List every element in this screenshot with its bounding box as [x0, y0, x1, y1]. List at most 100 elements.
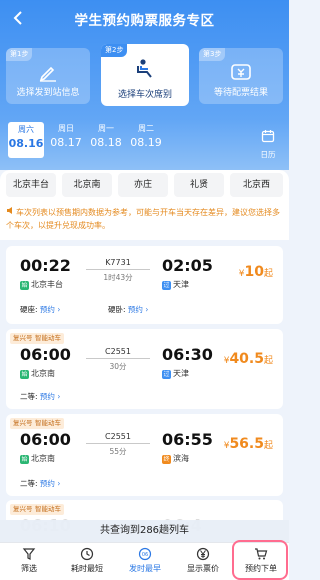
train-card[interactable]: 复兴号 智能动车 06:00 始北京南 C2551 30分 06:30 过天津 … [6, 329, 283, 409]
step-3-await-result[interactable]: 第3步 等待配票结果 [199, 48, 283, 104]
train-number: C2551 [105, 347, 131, 356]
tab-shortest-duration[interactable]: 耗时最短 [58, 546, 116, 574]
notice-text: 车次列表以预售期内数据为参考，可能与开车当天存在差异，建议您选择多个车次，以提升… [6, 208, 280, 230]
station-chip[interactable]: 礼贤 [174, 173, 224, 197]
weekday-label: 周一 [98, 124, 114, 133]
station-chip[interactable]: 北京丰台 [6, 173, 56, 197]
tag-smart-emu: 智能动车 [32, 333, 64, 344]
departure-time: 06:00 [20, 430, 71, 449]
date-option[interactable]: 周二 08.19 [128, 122, 164, 151]
seat-name: 硬卧: [108, 305, 126, 314]
train-number: C2551 [105, 432, 131, 441]
step-2-select-train[interactable]: 第2步 选择车次席别 [101, 44, 189, 106]
date-label: 08.17 [50, 136, 82, 149]
station-chip[interactable]: 亦庄 [118, 173, 168, 197]
step-1-select-station[interactable]: 第1步 选择发到站信息 [6, 48, 90, 104]
seat-option[interactable]: 硬卧: 预约 › [108, 304, 148, 315]
duration: 55分 [109, 447, 127, 456]
step-number: 第1步 [6, 48, 33, 61]
price-value: 56.5 [229, 436, 264, 452]
train-card[interactable]: 00:22 始北京丰台 K7731 1时43分 02:05 过天津 ¥10起 硬… [6, 246, 283, 324]
station-name: 北京南 [31, 369, 55, 378]
filter-icon [22, 546, 36, 560]
seat-option[interactable]: 硬座: 预约 › [20, 304, 60, 315]
result-count: 共查询到286趟列车 [0, 520, 289, 542]
seat-name: 硬座: [20, 305, 38, 314]
weekday-label: 周二 [138, 124, 154, 133]
duration: 1时43分 [103, 273, 133, 282]
station-name: 天津 [173, 369, 189, 378]
station-chip[interactable]: 北京南 [62, 173, 112, 197]
price-value: 10 [244, 264, 264, 280]
date-label: 08.18 [90, 136, 122, 149]
station-name: 滨海 [173, 454, 189, 463]
date-option[interactable]: 周日 08.17 [48, 122, 84, 151]
book-link[interactable]: 预约 [40, 305, 55, 314]
page-title: 学生预约购票服务专区 [74, 13, 215, 29]
tab-place-order[interactable]: 预约下单 [232, 546, 290, 574]
calendar-icon [261, 128, 275, 147]
price-value: 40.5 [229, 351, 264, 367]
calendar-button[interactable]: 日历 [257, 128, 279, 160]
date-option[interactable]: 周六 08.16 [8, 122, 44, 158]
tab-label: 耗时最短 [71, 564, 103, 573]
pass-badge: 过 [162, 281, 171, 290]
step-label: 选择车次席别 [117, 90, 172, 100]
departure-time: 00:22 [20, 256, 71, 275]
departure-time: 06:00 [20, 345, 71, 364]
station-name: 北京南 [31, 454, 55, 463]
arrival-station: 过天津 [162, 279, 189, 290]
train-card[interactable]: 复兴号 智能动车 06:00 始北京南 C2551 55分 06:55 终滨海 … [6, 414, 283, 496]
calendar-label: 日历 [260, 150, 276, 159]
book-link[interactable]: 预约 [128, 305, 143, 314]
book-link[interactable]: 预约 [40, 479, 55, 488]
yen-icon [196, 546, 210, 561]
arrival-station: 终滨海 [162, 453, 189, 464]
date-option[interactable]: 周一 08.18 [88, 122, 124, 151]
route-line [86, 269, 150, 270]
route-line [86, 358, 150, 359]
tab-earliest-departure[interactable]: 06 发时最早 [116, 546, 174, 574]
seat-name: 二等: [20, 479, 38, 488]
station-chip[interactable]: 北京西 [230, 173, 283, 197]
route-line [86, 443, 150, 444]
train-number: K7731 [105, 258, 131, 267]
pen-icon [37, 62, 59, 82]
date-label: 08.19 [130, 136, 162, 149]
date-selector: 周六 08.16 周日 08.17 周一 08.18 周二 08.19 [0, 120, 289, 160]
train-info: C2551 55分 [86, 432, 150, 457]
seat-icon [134, 58, 156, 78]
station-name: 北京丰台 [31, 280, 63, 289]
book-link[interactable]: 预约 [40, 392, 55, 401]
price-unit: 起 [263, 356, 273, 366]
date-label: 08.16 [8, 137, 44, 150]
seat-option[interactable]: 二等: 预约 › [20, 391, 60, 402]
pass-badge: 过 [162, 370, 171, 379]
tab-label: 显示票价 [187, 564, 219, 573]
seat-name: 二等: [20, 392, 38, 401]
step-number: 第3步 [199, 48, 226, 61]
early-icon: 06 [138, 546, 152, 561]
start-badge: 始 [20, 281, 29, 290]
tab-show-price[interactable]: 显示票价 [174, 546, 232, 574]
tab-filter[interactable]: 筛选 [0, 546, 58, 574]
cart-icon [254, 546, 268, 560]
train-info: C2551 30分 [86, 347, 150, 372]
price-unit: 起 [263, 269, 273, 279]
start-badge: 始 [20, 370, 29, 379]
price-unit: 起 [263, 441, 273, 451]
arrival-time: 06:30 [162, 345, 213, 364]
duration: 30分 [109, 362, 127, 371]
ticket-icon [230, 62, 252, 82]
tab-label: 发时最早 [129, 564, 161, 573]
speaker-icon [6, 206, 16, 219]
arrival-time: 06:55 [162, 430, 213, 449]
departure-station: 始北京丰台 [20, 279, 63, 290]
clock-icon [80, 546, 94, 561]
tab-label: 预约下单 [245, 564, 277, 573]
arrival-time: 02:05 [162, 256, 213, 275]
step-number: 第2步 [101, 44, 128, 57]
seat-option[interactable]: 二等: 预约 › [20, 478, 60, 489]
notice-banner: 车次列表以预售期内数据为参考，可能与开车当天存在差异，建议您选择多个车次，以提升… [0, 200, 289, 240]
bottom-tab-bar: 筛选 耗时最短 06 发时最早 显示票价 预约下单 [0, 542, 289, 580]
